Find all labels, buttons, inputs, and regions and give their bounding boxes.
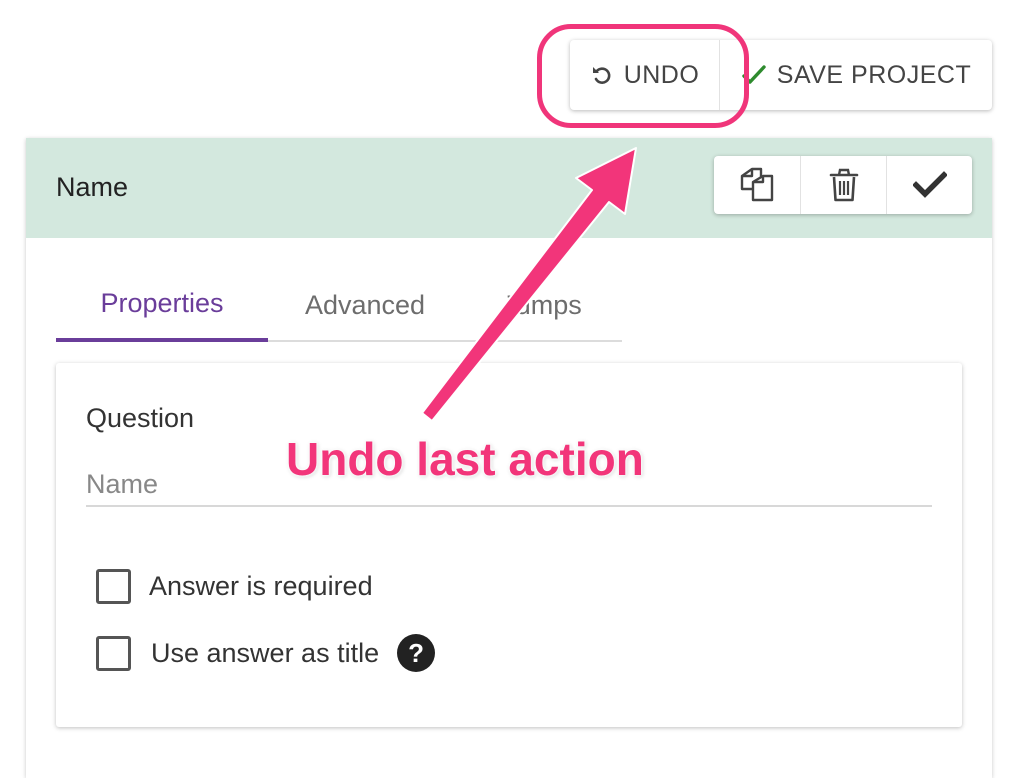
confirm-button[interactable] <box>886 156 972 214</box>
duplicate-button[interactable] <box>714 156 800 214</box>
properties-panel: Question Answer is required Use answer a… <box>56 363 962 727</box>
checkmark-icon <box>912 171 947 198</box>
question-input[interactable] <box>86 463 932 507</box>
question-card: Name Properties Advanced Jumps Question … <box>26 138 992 778</box>
duplicate-icon <box>740 167 774 202</box>
delete-button[interactable] <box>800 156 886 214</box>
tab-jumps[interactable]: Jumps <box>462 268 622 342</box>
check-icon <box>742 65 766 84</box>
trash-icon <box>829 168 858 202</box>
use-answer-as-title-checkbox[interactable] <box>96 635 131 671</box>
undo-button[interactable]: UNDO <box>570 40 720 110</box>
project-toolbar: UNDO SAVE PROJECT <box>570 40 992 110</box>
undo-icon <box>592 67 611 84</box>
help-icon[interactable]: ? <box>397 634 436 672</box>
card-title: Name <box>56 172 129 202</box>
use-answer-as-title-option[interactable]: Use answer as title ? <box>96 634 436 672</box>
answer-required-label: Answer is required <box>149 571 373 601</box>
save-project-label: SAVE PROJECT <box>776 60 972 89</box>
undo-label: UNDO <box>623 60 700 89</box>
card-header: Name <box>26 138 992 238</box>
tab-properties[interactable]: Properties <box>56 268 268 342</box>
question-label: Question <box>86 403 195 433</box>
card-actions <box>714 156 972 214</box>
use-answer-as-title-label: Use answer as title <box>151 637 380 668</box>
answer-required-checkbox[interactable] <box>96 569 131 604</box>
tab-advanced[interactable]: Advanced <box>268 268 462 342</box>
tab-bar: Properties Advanced Jumps <box>56 268 622 342</box>
answer-required-option[interactable]: Answer is required <box>96 569 373 604</box>
save-project-button[interactable]: SAVE PROJECT <box>720 40 992 110</box>
